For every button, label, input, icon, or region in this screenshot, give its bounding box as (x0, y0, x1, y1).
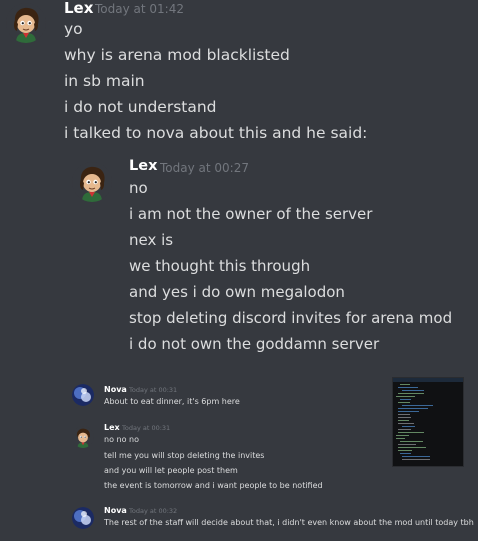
message-line: no (129, 179, 148, 197)
lex-avatar-icon (72, 162, 112, 202)
code-line (400, 384, 410, 385)
code-line (398, 393, 424, 394)
lex-avatar[interactable] (72, 162, 112, 202)
code-line (398, 411, 419, 412)
message-line: why is arena mod blacklisted (64, 46, 290, 64)
message-line: in sb main (64, 72, 145, 90)
message-line: i talked to nova about this and he said: (64, 124, 368, 142)
code-line (402, 426, 415, 427)
timestamp: Today at 01:42 (95, 2, 184, 16)
nova-avatar-icon (72, 384, 94, 406)
timestamp: Today at 00:32 (129, 507, 178, 515)
timestamp: Today at 00:31 (129, 386, 178, 394)
message-line: i am not the owner of the server (129, 205, 373, 223)
code-line (400, 399, 411, 400)
code-line (400, 441, 423, 442)
message-line: we thought this through (129, 257, 311, 275)
message-line: yo (64, 20, 83, 38)
code-line (398, 387, 418, 388)
code-line (402, 390, 424, 391)
code-line (396, 396, 415, 397)
attachment-image-thumbnail[interactable] (392, 377, 464, 467)
code-line (398, 423, 414, 424)
code-line (398, 432, 424, 433)
message-line: and yes i do own megalodon (129, 283, 345, 301)
message-line: and you will let people post them (104, 466, 238, 475)
editor-titlebar (393, 378, 463, 382)
code-line (396, 438, 405, 439)
lex-avatar-icon (6, 3, 46, 43)
nova-avatar[interactable] (72, 507, 94, 529)
message-line: tell me you will stop deleting the invit… (104, 451, 265, 460)
code-line (398, 408, 428, 409)
message-line: About to eat dinner, it's 6pm here (104, 397, 240, 406)
code-line (398, 420, 409, 421)
code-lines (396, 384, 433, 463)
message-line: i do not own the goddamn server (129, 335, 380, 353)
lex-avatar[interactable] (72, 426, 94, 448)
code-line (398, 402, 410, 403)
author-name[interactable]: Nova (104, 506, 127, 515)
author-name[interactable]: Lex (64, 0, 93, 17)
code-line (398, 450, 412, 451)
message-line: i do not understand (64, 98, 217, 116)
author-name[interactable]: Lex (129, 158, 157, 174)
code-line (398, 414, 410, 415)
author-name[interactable]: Nova (104, 385, 127, 394)
code-line (398, 429, 411, 430)
code-line (396, 435, 409, 436)
timestamp: Today at 00:31 (122, 424, 171, 432)
lex-avatar[interactable] (6, 3, 46, 43)
code-line (398, 417, 411, 418)
author-name[interactable]: Lex (104, 423, 120, 432)
message-line: no no no (104, 435, 139, 444)
code-line (402, 456, 430, 457)
code-line (402, 459, 430, 460)
code-line (400, 453, 411, 454)
nova-avatar-icon (72, 507, 94, 529)
code-line (402, 405, 433, 406)
timestamp: Today at 00:27 (160, 161, 249, 175)
message-line: nex is (129, 231, 174, 249)
code-line (398, 444, 416, 445)
message-line: The rest of the staff will decide about … (104, 518, 474, 527)
nova-avatar[interactable] (72, 384, 94, 406)
message-line: stop deleting discord invites for arena … (129, 309, 453, 327)
lex-avatar-icon (72, 426, 94, 448)
code-line (398, 447, 426, 448)
message-line: the event is tomorrow and i want people … (104, 481, 323, 490)
